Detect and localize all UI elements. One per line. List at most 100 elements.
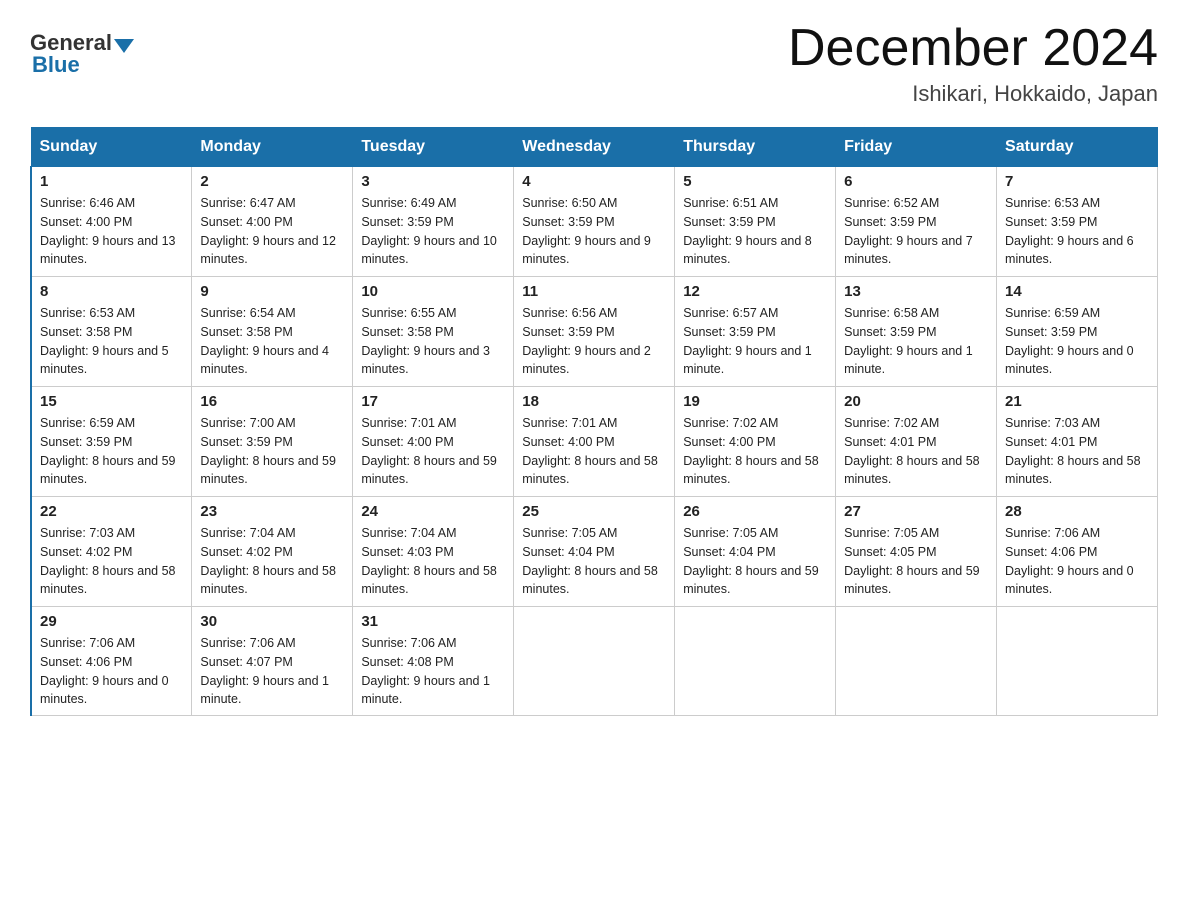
day-info: Sunrise: 6:47 AMSunset: 4:00 PMDaylight:… [200,194,344,269]
calendar-cell: 10Sunrise: 6:55 AMSunset: 3:58 PMDayligh… [353,277,514,387]
logo-blue-text: Blue [32,52,80,77]
day-number: 11 [522,283,666,300]
header-thursday: Thursday [675,128,836,167]
day-info: Sunrise: 6:56 AMSunset: 3:59 PMDaylight:… [522,304,666,379]
calendar-cell: 11 Sunrise: 6:56 AMSunset: 3:59 PMDayligh… [514,277,675,387]
day-info: Sunrise: 7:02 AMSunset: 4:01 PMDaylight:… [844,414,988,489]
calendar-table: SundayMondayTuesdayWednesdayThursdayFrid… [30,127,1158,716]
calendar-cell: 21Sunrise: 7:03 AMSunset: 4:01 PMDayligh… [997,387,1158,497]
header: General Blue December 2024 Ishikari, Hok… [30,20,1158,107]
day-number: 23 [200,503,344,520]
day-number: 13 [844,283,988,300]
day-info: Sunrise: 7:06 AMSunset: 4:06 PMDaylight:… [40,634,183,709]
day-number: 17 [361,393,505,410]
calendar-cell: 22 Sunrise: 7:03 AMSunset: 4:02 PMDayligh… [31,497,192,607]
header-saturday: Saturday [997,128,1158,167]
day-info: Sunrise: 7:06 AMSunset: 4:06 PMDaylight:… [1005,524,1149,599]
day-info: Sunrise: 7:03 AMSunset: 4:02 PMDaylight:… [40,524,183,599]
day-number: 24 [361,503,505,520]
calendar-cell: 15 Sunrise: 6:59 AMSunset: 3:59 PMDayligh… [31,387,192,497]
calendar-cell: 27 Sunrise: 7:05 AMSunset: 4:05 PMDayligh… [836,497,997,607]
calendar-title: December 2024 [788,20,1158,77]
day-number: 15 [40,393,183,410]
calendar-cell [675,607,836,716]
header-monday: Monday [192,128,353,167]
calendar-cell: 8 Sunrise: 6:53 AMSunset: 3:58 PMDaylight… [31,277,192,387]
day-info: Sunrise: 7:05 AMSunset: 4:05 PMDaylight:… [844,524,988,599]
day-info: Sunrise: 6:53 AMSunset: 3:58 PMDaylight:… [40,304,183,379]
day-info: Sunrise: 7:05 AMSunset: 4:04 PMDaylight:… [683,524,827,599]
calendar-cell: 5 Sunrise: 6:51 AMSunset: 3:59 PMDaylight… [675,167,836,277]
week-row-1: 1Sunrise: 6:46 AMSunset: 4:00 PMDaylight… [31,167,1158,277]
day-number: 1 [40,173,183,190]
day-number: 29 [40,613,183,630]
calendar-cell: 1Sunrise: 6:46 AMSunset: 4:00 PMDaylight… [31,167,192,277]
day-info: Sunrise: 6:59 AMSunset: 3:59 PMDaylight:… [1005,304,1149,379]
day-info: Sunrise: 7:04 AMSunset: 4:02 PMDaylight:… [200,524,344,599]
day-number: 25 [522,503,666,520]
week-row-5: 29 Sunrise: 7:06 AMSunset: 4:06 PMDayligh… [31,607,1158,716]
day-number: 4 [522,173,666,190]
header-friday: Friday [836,128,997,167]
day-info: Sunrise: 6:51 AMSunset: 3:59 PMDaylight:… [683,194,827,269]
day-info: Sunrise: 6:50 AMSunset: 3:59 PMDaylight:… [522,194,666,269]
header-tuesday: Tuesday [353,128,514,167]
day-info: Sunrise: 6:54 AMSunset: 3:58 PMDaylight:… [200,304,344,379]
day-number: 8 [40,283,183,300]
header-wednesday: Wednesday [514,128,675,167]
calendar-cell: 29 Sunrise: 7:06 AMSunset: 4:06 PMDayligh… [31,607,192,716]
week-row-3: 15 Sunrise: 6:59 AMSunset: 3:59 PMDayligh… [31,387,1158,497]
day-info: Sunrise: 7:06 AMSunset: 4:08 PMDaylight:… [361,634,505,709]
calendar-cell: 16 Sunrise: 7:00 AMSunset: 3:59 PMDayligh… [192,387,353,497]
calendar-cell: 17 Sunrise: 7:01 AMSunset: 4:00 PMDayligh… [353,387,514,497]
day-number: 5 [683,173,827,190]
calendar-cell: 23 Sunrise: 7:04 AMSunset: 4:02 PMDayligh… [192,497,353,607]
day-number: 22 [40,503,183,520]
calendar-cell: 19 Sunrise: 7:02 AMSunset: 4:00 PMDayligh… [675,387,836,497]
calendar-cell: 3Sunrise: 6:49 AMSunset: 3:59 PMDaylight… [353,167,514,277]
day-info: Sunrise: 7:01 AMSunset: 4:00 PMDaylight:… [522,414,666,489]
day-info: Sunrise: 7:05 AMSunset: 4:04 PMDaylight:… [522,524,666,599]
calendar-cell: 6Sunrise: 6:52 AMSunset: 3:59 PMDaylight… [836,167,997,277]
day-number: 26 [683,503,827,520]
day-info: Sunrise: 7:06 AMSunset: 4:07 PMDaylight:… [200,634,344,709]
day-info: Sunrise: 7:01 AMSunset: 4:00 PMDaylight:… [361,414,505,489]
calendar-cell: 2Sunrise: 6:47 AMSunset: 4:00 PMDaylight… [192,167,353,277]
calendar-cell [514,607,675,716]
header-sunday: Sunday [31,128,192,167]
day-info: Sunrise: 6:59 AMSunset: 3:59 PMDaylight:… [40,414,183,489]
logo: General Blue [30,30,136,78]
day-number: 9 [200,283,344,300]
calendar-cell: 31 Sunrise: 7:06 AMSunset: 4:08 PMDayligh… [353,607,514,716]
calendar-cell: 28Sunrise: 7:06 AMSunset: 4:06 PMDayligh… [997,497,1158,607]
day-number: 31 [361,613,505,630]
calendar-subtitle: Ishikari, Hokkaido, Japan [788,81,1158,107]
header-row: SundayMondayTuesdayWednesdayThursdayFrid… [31,128,1158,167]
day-number: 19 [683,393,827,410]
day-info: Sunrise: 7:00 AMSunset: 3:59 PMDaylight:… [200,414,344,489]
calendar-cell: 14 Sunrise: 6:59 AMSunset: 3:59 PMDayligh… [997,277,1158,387]
day-number: 20 [844,393,988,410]
day-info: Sunrise: 7:03 AMSunset: 4:01 PMDaylight:… [1005,414,1149,489]
day-info: Sunrise: 7:04 AMSunset: 4:03 PMDaylight:… [361,524,505,599]
calendar-cell: 9 Sunrise: 6:54 AMSunset: 3:58 PMDaylight… [192,277,353,387]
calendar-cell: 7Sunrise: 6:53 AMSunset: 3:59 PMDaylight… [997,167,1158,277]
day-number: 7 [1005,173,1149,190]
day-number: 16 [200,393,344,410]
day-number: 27 [844,503,988,520]
day-info: Sunrise: 6:57 AMSunset: 3:59 PMDaylight:… [683,304,827,379]
day-info: Sunrise: 6:58 AMSunset: 3:59 PMDaylight:… [844,304,988,379]
day-info: Sunrise: 7:02 AMSunset: 4:00 PMDaylight:… [683,414,827,489]
calendar-cell: 12 Sunrise: 6:57 AMSunset: 3:59 PMDayligh… [675,277,836,387]
calendar-cell: 25 Sunrise: 7:05 AMSunset: 4:04 PMDayligh… [514,497,675,607]
day-number: 12 [683,283,827,300]
day-number: 6 [844,173,988,190]
calendar-cell: 13 Sunrise: 6:58 AMSunset: 3:59 PMDayligh… [836,277,997,387]
calendar-cell [997,607,1158,716]
logo-arrow-icon [114,39,134,53]
day-number: 14 [1005,283,1149,300]
calendar-cell: 18Sunrise: 7:01 AMSunset: 4:00 PMDayligh… [514,387,675,497]
calendar-cell [836,607,997,716]
day-info: Sunrise: 6:49 AMSunset: 3:59 PMDaylight:… [361,194,505,269]
calendar-cell: 30Sunrise: 7:06 AMSunset: 4:07 PMDayligh… [192,607,353,716]
